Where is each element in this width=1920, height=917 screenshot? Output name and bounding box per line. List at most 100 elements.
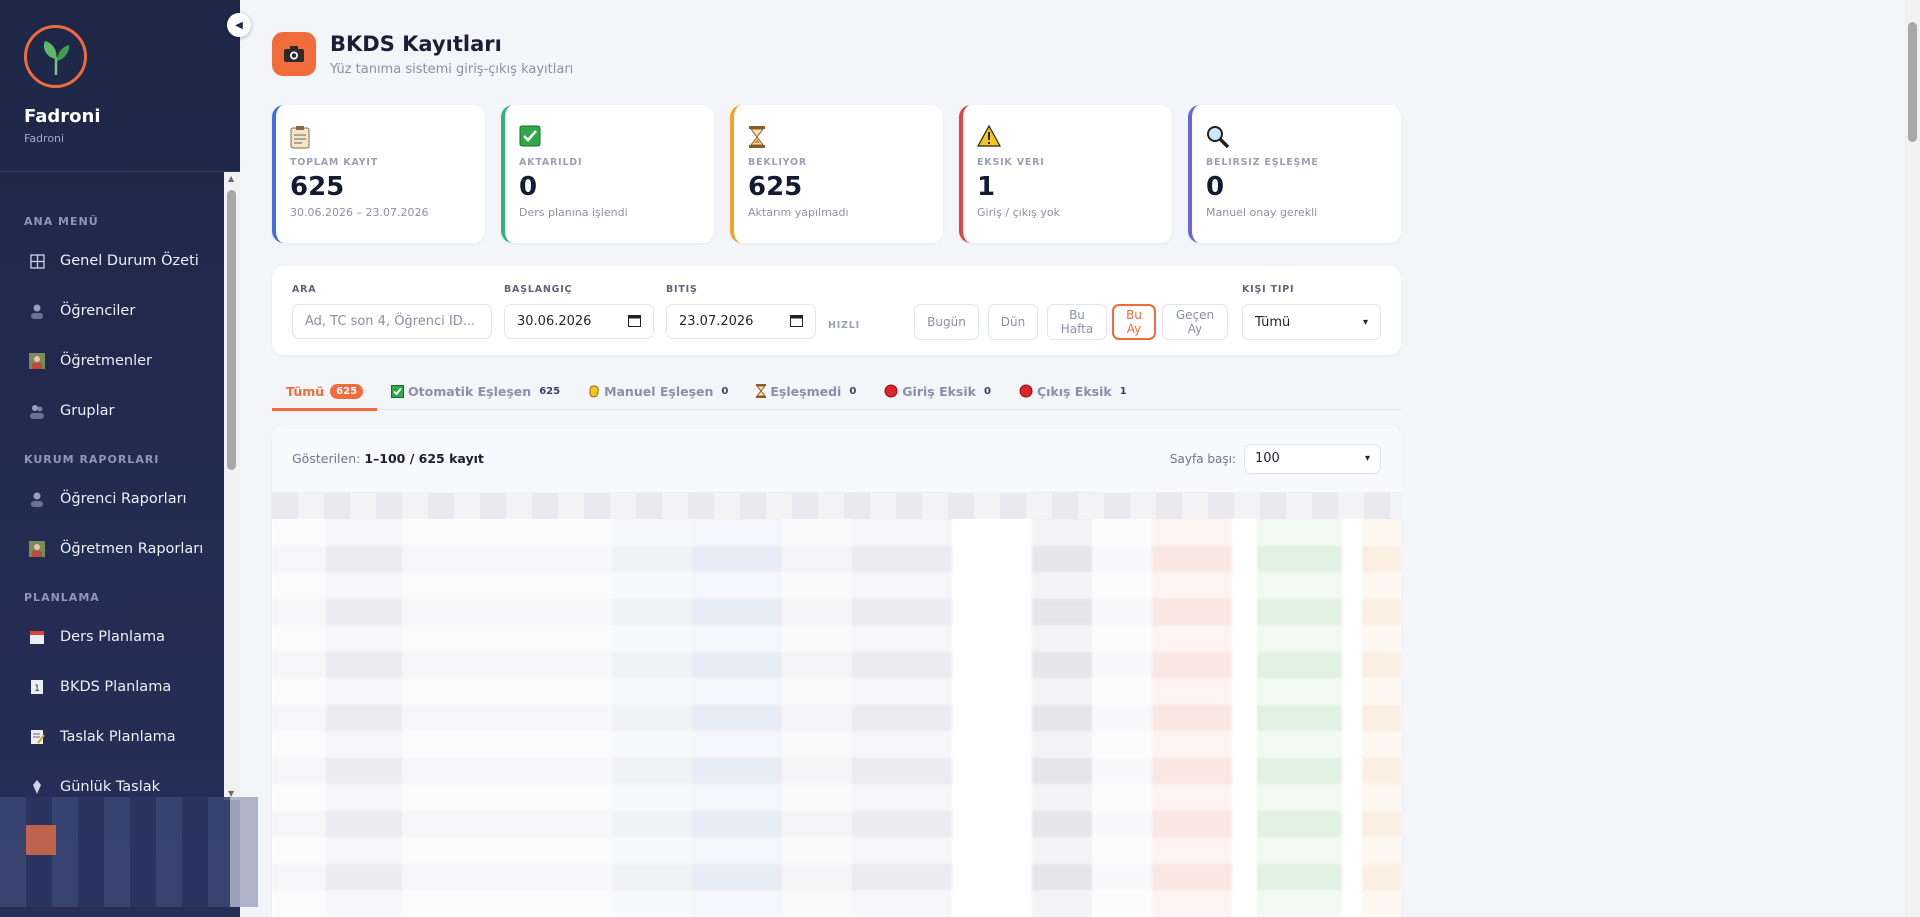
memo-icon: [28, 728, 46, 746]
sidebar-item-genel-durum[interactable]: Genel Durum Özeti: [0, 236, 224, 286]
clipboard-icon: [290, 125, 485, 151]
calendar-one-icon: 1: [28, 678, 46, 696]
calendar-icon[interactable]: [790, 314, 803, 330]
magnifier-icon: [1206, 125, 1401, 151]
stat-value: 1: [977, 172, 996, 202]
page-scrollbar[interactable]: [1905, 0, 1920, 917]
sidebar-item-ogrenciler[interactable]: Öğrenciler: [0, 286, 224, 336]
stat-value: 625: [290, 172, 345, 202]
person-type-label: KIŞI TIPI: [1242, 284, 1295, 295]
calendar-icon: [28, 628, 46, 646]
tab-giris-eksik[interactable]: Giriş Eksik 0: [870, 372, 1005, 410]
brand-name: Fadroni: [24, 106, 101, 127]
warning-icon: [976, 124, 1172, 151]
pin-icon: [28, 778, 46, 796]
check-box-icon: [519, 125, 714, 151]
brand: Fadroni Fadroni: [0, 0, 240, 172]
stats-row: TOPLAM KAYIT 625 30.06.2026 – 23.07.2026…: [272, 105, 1401, 243]
stat-card-aktarildi: AKTARILDI 0 Ders planına işlendi: [501, 105, 714, 243]
student-icon: [28, 490, 46, 508]
stat-value: 0: [1206, 172, 1225, 202]
tab-manuel-eslesen[interactable]: Manuel Eşleşen 0: [574, 372, 742, 410]
end-date-input[interactable]: 23.07.2026: [666, 304, 816, 339]
sidebar-item-gruplar[interactable]: Gruplar: [0, 386, 224, 436]
scroll-up-arrow-icon[interactable]: ▲: [228, 174, 234, 183]
sidebar-item-label: BKDS Planlama: [60, 679, 172, 695]
quick-button-bu-hafta[interactable]: Bu Hafta: [1047, 304, 1107, 340]
stat-card-toplam-kayit: TOPLAM KAYIT 625 30.06.2026 – 23.07.2026: [272, 105, 485, 243]
search-placeholder: Ad, TC son 4, Öğrenci ID...: [305, 314, 476, 329]
nav-section-title: ANA MENÜ: [24, 215, 99, 228]
blurred-table-header: [272, 493, 1401, 519]
calendar-icon[interactable]: [628, 314, 641, 330]
filters-panel: ARA Ad, TC son 4, Öğrenci ID... BAŞLANGI…: [272, 266, 1401, 355]
filter-tabs: Tümü 625 Otomatik Eşleşen 625 Manuel Eşl…: [272, 372, 1401, 411]
quick-button-bugun[interactable]: Bugün: [914, 304, 979, 340]
end-date-value: 23.07.2026: [679, 314, 754, 329]
end-date-label: BITIŞ: [666, 284, 698, 295]
hand-icon: [588, 384, 600, 398]
sidebar-item-taslak-planlama[interactable]: Taslak Planlama: [0, 712, 224, 762]
tab-otomatik-eslesen[interactable]: Otomatik Eşleşen 625: [377, 372, 574, 410]
page-subtitle: Yüz tanıma sistemi giriş-çıkış kayıtları: [330, 62, 574, 77]
stat-subtext: Manuel onay gerekli: [1206, 206, 1318, 219]
sidebar-scroll-thumb[interactable]: [227, 190, 236, 470]
sidebar-item-label: Öğrenci Raporları: [60, 491, 187, 507]
person-type-select[interactable]: Tümü ▾: [1242, 304, 1381, 340]
shown-count: Gösterilen: 1–100 / 625 kayıt: [292, 451, 484, 466]
red-dot-icon: [884, 384, 898, 398]
page-header: BKDS Kayıtları Yüz tanıma sistemi giriş-…: [272, 32, 573, 77]
sidebar-item-gunluk-taslak[interactable]: Günlük Taslak: [0, 762, 224, 800]
brand-subtitle: Fadroni: [24, 132, 65, 145]
stat-label: EKSIK VERI: [977, 157, 1045, 168]
teacher-icon: [28, 540, 46, 558]
nav-section-title: PLANLAMA: [24, 591, 100, 604]
nav-section-title: KURUM RAPORLARI: [24, 453, 160, 466]
sidebar-item-bkds-planlama[interactable]: 1 BKDS Planlama: [0, 662, 224, 712]
red-dot-icon: [1019, 384, 1033, 398]
stat-label: TOPLAM KAYIT: [290, 157, 378, 168]
stat-value: 625: [748, 172, 803, 202]
per-page-select[interactable]: 100 ▾: [1244, 443, 1381, 474]
search-label: ARA: [292, 284, 317, 295]
hourglass-icon: [748, 125, 943, 151]
search-input[interactable]: Ad, TC son 4, Öğrenci ID...: [292, 304, 492, 339]
quick-button-gecen-ay[interactable]: Geçen Ay: [1162, 304, 1228, 340]
sidebar-item-label: Ders Planlama: [60, 629, 165, 645]
tab-eslesmedi[interactable]: Eşleşmedi 0: [742, 372, 870, 410]
hourglass-icon: [756, 384, 767, 398]
blurred-table-body: [272, 493, 1401, 917]
stat-subtext: 30.06.2026 – 23.07.2026: [290, 206, 429, 219]
sidebar-item-ders-planlama[interactable]: Ders Planlama: [0, 612, 224, 662]
stat-subtext: Ders planına işlendi: [519, 206, 628, 219]
tab-count: 0: [849, 385, 857, 397]
main-content: BKDS Kayıtları Yüz tanıma sistemi giriş-…: [240, 0, 1905, 917]
tab-cikis-eksik[interactable]: Çıkış Eksik 1: [1005, 372, 1141, 410]
stat-card-eksik-veri: EKSIK VERI 1 Giriş / çıkış yok: [959, 105, 1172, 243]
quick-label: HIZLI: [828, 320, 860, 331]
page-scroll-thumb[interactable]: [1908, 22, 1917, 142]
sidebar-item-ogrenci-raporlari[interactable]: Öğrenci Raporları: [0, 474, 224, 524]
table-toolbar: Gösterilen: 1–100 / 625 kayıt Sayfa başı…: [272, 425, 1401, 493]
page-title: BKDS Kayıtları: [330, 32, 502, 56]
logo-leaf-icon: [24, 25, 87, 88]
stat-value: 0: [519, 172, 538, 202]
start-date-input[interactable]: 30.06.2026: [504, 304, 654, 339]
chevron-down-icon: ▾: [1362, 316, 1368, 328]
sidebar-item-ogretmen-raporlari[interactable]: Öğretmen Raporları: [0, 524, 224, 574]
tab-count: 625: [330, 383, 364, 399]
stat-card-belirsiz-eslesme: BELIRSIZ EŞLEŞME 0 Manuel onay gerekli: [1188, 105, 1401, 243]
start-date-label: BAŞLANGIÇ: [504, 284, 573, 295]
stat-card-bekliyor: BEKLIYOR 625 Aktarım yapılmadı: [730, 105, 943, 243]
tab-count: 625: [539, 385, 561, 397]
per-page-label: Sayfa başı:: [1169, 451, 1236, 466]
blurred-user-panel: [0, 797, 258, 907]
sidebar-scrollbar[interactable]: ▲ ▼: [224, 172, 240, 800]
sidebar-nav: ANA MENÜ Genel Durum Özeti Öğrenciler Öğ…: [0, 172, 224, 800]
tab-tumu[interactable]: Tümü 625: [272, 372, 378, 411]
stat-label: AKTARILDI: [519, 157, 583, 168]
stat-label: BEKLIYOR: [748, 157, 808, 168]
sidebar-item-ogretmenler[interactable]: Öğretmenler: [0, 336, 224, 386]
quick-button-bu-ay[interactable]: Bu Ay: [1112, 304, 1156, 340]
quick-button-dun[interactable]: Dün: [988, 304, 1038, 340]
